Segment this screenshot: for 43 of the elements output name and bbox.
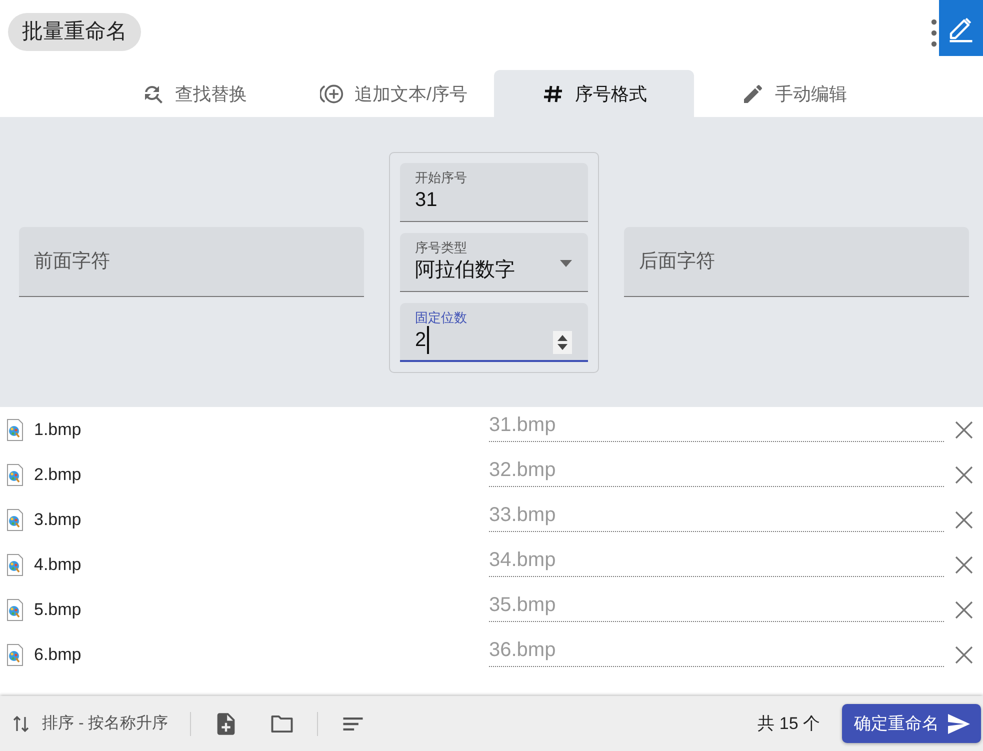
file-count: 共 15 个 [758, 713, 820, 735]
field-value: 2 [415, 326, 430, 354]
image-file-icon [5, 508, 25, 530]
close-icon[interactable] [955, 510, 973, 528]
tab[interactable]: 追加文本/序号 [294, 70, 494, 117]
file-name: 4.bmp [34, 554, 82, 574]
file-name: 1.bmp [34, 420, 82, 440]
file-name: 5.bmp [34, 600, 82, 620]
tab[interactable]: 查找替换 [94, 70, 294, 117]
image-file-icon [5, 554, 25, 576]
image-file-icon [5, 598, 25, 620]
file-name: 2.bmp [34, 464, 82, 484]
send-icon [947, 712, 971, 734]
file-name: 6.bmp [34, 644, 82, 664]
image-file-icon [5, 464, 25, 486]
field-value: 阿拉伯数字 [415, 258, 515, 282]
close-icon[interactable] [955, 646, 973, 664]
text-field[interactable]: 开始序号 31 [400, 162, 588, 222]
close-icon[interactable] [955, 420, 973, 438]
close-icon[interactable] [955, 466, 973, 484]
number-field[interactable]: 固定位数 2 [400, 302, 588, 362]
image-file-icon [5, 644, 25, 666]
app-title: 批量重命名 [8, 13, 141, 51]
close-icon[interactable] [955, 600, 973, 618]
field-value: 31 [415, 188, 438, 212]
prefix-field[interactable]: 前面字符 [19, 227, 364, 297]
field-label: 序号类型 [415, 240, 468, 256]
tab[interactable]: 序号格式 [494, 70, 694, 117]
tab[interactable]: 手动编辑 [694, 70, 894, 117]
spinner-arrows-icon[interactable] [553, 330, 572, 354]
sort-label[interactable]: 排序 - 按名称升序 [42, 713, 168, 734]
select-field[interactable]: 序号类型 阿拉伯数字 [400, 232, 588, 292]
dropdown-arrow-icon[interactable] [560, 260, 572, 266]
suffix-field[interactable]: 后面字符 [624, 227, 969, 297]
more-menu-icon[interactable] [929, 18, 939, 48]
edit-button[interactable] [939, 0, 983, 56]
field-label: 固定位数 [415, 310, 468, 326]
image-file-icon [5, 418, 25, 440]
field-label: 开始序号 [415, 170, 468, 186]
file-name: 3.bmp [34, 510, 82, 530]
confirm-rename-button[interactable]: 确定重命名 [842, 704, 981, 743]
close-icon[interactable] [955, 556, 973, 574]
sort-icon[interactable] [12, 714, 30, 734]
